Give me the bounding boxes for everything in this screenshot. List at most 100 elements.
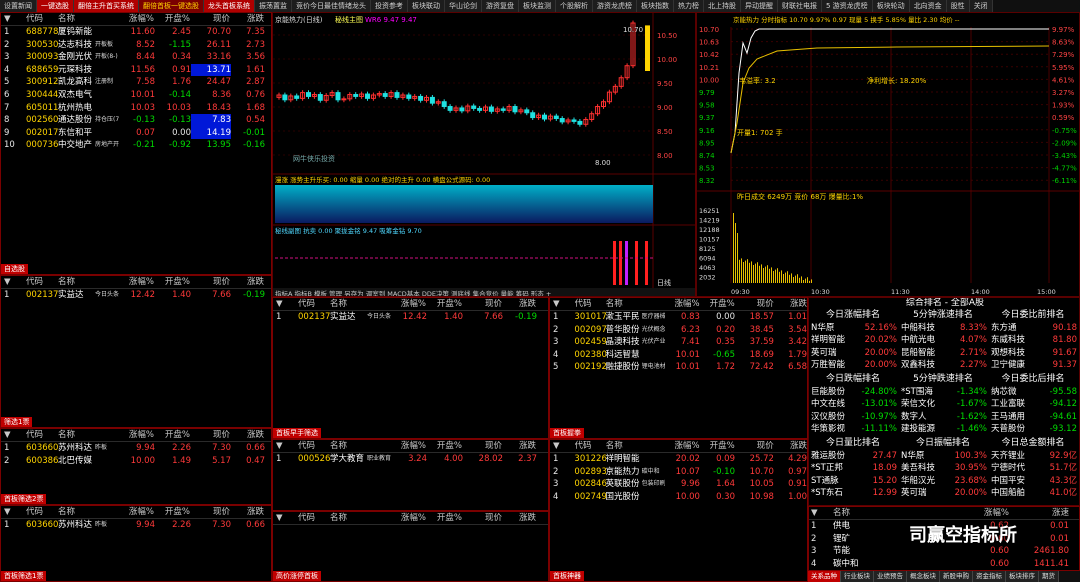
table-row[interactable]: 6 300444 双杰电气 10.01 -0.14 8.36 0.76 [1, 89, 271, 102]
table-row[interactable]: 1 603660 苏州科达 昨板 9.94 2.26 7.30 0.66 [1, 442, 271, 455]
col-header[interactable]: 现价 [462, 298, 502, 310]
top-tab[interactable]: 游资龙虎榜 [593, 0, 637, 12]
table-row[interactable]: 5 300912 凯龙高科 注册制 7.58 1.76 24.47 2.87 [1, 76, 271, 89]
top-tab[interactable]: 翻倍首板一键选股 [139, 0, 204, 12]
col-header[interactable]: 涨幅% [118, 429, 154, 441]
intraday-chart[interactable]: 京能热力 分时指标 10.70 9.97% 0.97 现量 5 换手 5.85%… [697, 13, 1080, 297]
col-header[interactable]: 名称 [58, 429, 118, 441]
bottom-tab[interactable]: 新股申购 [940, 571, 973, 582]
top-tab[interactable]: 板块监测 [519, 0, 556, 12]
bottom-tab[interactable]: 资金指标 [973, 571, 1006, 582]
rank-row[interactable]: 雅运股份 27.47 [811, 450, 897, 462]
mid-panel-2-title[interactable]: 首板早手筛选 [273, 428, 321, 438]
rank-row[interactable]: *ST东石 12.99 [811, 487, 897, 499]
rank-row[interactable]: 东方通 90.18 [991, 322, 1077, 334]
rank-row[interactable]: 荣信文化 -1.67% [901, 398, 987, 410]
bottom-tab[interactable]: 概念板块 [907, 571, 940, 582]
rank-row[interactable]: 宁德时代 51.7亿 [991, 462, 1077, 474]
rank-row[interactable]: 祥明智能 20.02% [811, 334, 897, 346]
table-row[interactable]: 8 002560 通达股份 持仓压(7) -0.13 -0.13 7.83 0.54 [1, 114, 271, 127]
sort-icon[interactable]: ▼ [273, 440, 298, 452]
bottom-tab[interactable]: 业绩预告 [874, 571, 907, 582]
left-panel-4-title[interactable]: 首板筛选1票 [1, 571, 47, 581]
table-row[interactable]: 4 688659 元琛科技 11.56 0.91 13.71 1.61 [1, 63, 271, 77]
col-header[interactable]: 现价 [462, 512, 502, 524]
rank-row[interactable]: 华策影视 -11.11% [811, 423, 897, 435]
col-header[interactable]: 开盘% [700, 440, 735, 452]
kline-chart[interactable]: 京能热力(日线) 秘线主图 WR6 9.47 9.47 10.50 10.00 9.… [273, 13, 696, 297]
col-header[interactable]: 涨幅% [390, 512, 426, 524]
top-tab[interactable]: 板块联动 [408, 0, 445, 12]
col-header[interactable]: 涨幅% [390, 440, 426, 452]
rank-row[interactable]: 汉仪股份 -10.97% [811, 411, 897, 423]
rank-row[interactable]: 中航光电 4.07% [901, 334, 987, 346]
rank-row[interactable]: N华原 100.3% [901, 450, 987, 462]
col-header[interactable]: 涨跌 [502, 512, 536, 524]
rank-block-title[interactable]: 今日量比排名 [809, 438, 897, 449]
top-tab[interactable]: 华山论剑 [445, 0, 482, 12]
sort-icon[interactable]: ▼ [1, 506, 26, 518]
col-header[interactable]: 涨幅% [664, 440, 699, 452]
col-header[interactable]: 涨跌 [774, 440, 807, 452]
col-header[interactable]: 现价 [190, 429, 230, 441]
rank-row[interactable]: 美吾科技 30.95% [901, 462, 987, 474]
col-header[interactable]: 涨幅% [390, 298, 426, 310]
rank-block-title[interactable]: 今日委比后排名 [989, 374, 1077, 385]
top-tab[interactable]: 股性 [946, 0, 970, 12]
rank-row[interactable]: 中国船舶 41.0亿 [991, 487, 1077, 499]
sort-icon[interactable]: ▼ [273, 298, 298, 310]
col-header[interactable]: 开盘% [154, 429, 190, 441]
col-header[interactable]: 代码 [26, 429, 58, 441]
col-header[interactable]: 代码 [575, 440, 606, 452]
top-tab[interactable]: 一键选股 [37, 0, 74, 12]
top-tab[interactable]: 财联社电报 [778, 0, 822, 12]
table-row[interactable]: 1 002137 实益达 今日头条 12.42 1.40 7.66 -0.19 [273, 311, 548, 324]
col-header[interactable]: 涨幅% [664, 298, 699, 310]
rank-row[interactable]: 英可瑞 20.00% [901, 487, 987, 499]
top-tab[interactable]: 龙头首板系统 [204, 0, 255, 12]
top-tab[interactable]: 投资参考 [371, 0, 408, 12]
rank-row[interactable]: 昆船智能 2.71% [901, 347, 987, 359]
col-header[interactable]: 代码 [298, 512, 330, 524]
table-row[interactable]: 1 002137 实益达 今日头条 12.42 1.40 7.66 -0.19 [1, 289, 271, 302]
rank-row[interactable]: 双鑫科技 2.27% [901, 359, 987, 371]
col-header[interactable]: 涨跌 [502, 440, 536, 452]
table-row[interactable]: 5 002192融捷股份锂电池材料 10.01 1.72 72.42 6.58 [550, 361, 807, 374]
col-header[interactable]: 开盘% [426, 440, 462, 452]
col-header[interactable]: 现价 [462, 440, 502, 452]
col-header[interactable]: 开盘% [154, 276, 190, 288]
rank-row[interactable]: N华原 52.16% [811, 322, 897, 334]
bottom-tab[interactable]: 期货 [1039, 571, 1059, 582]
table-row[interactable]: 10 000736中交地产房地产开发 -0.21 -0.92 13.95 -0.16 [1, 139, 271, 152]
table-row[interactable]: 9 002017 东信和平 0.07 0.00 14.19 -0.01 [1, 126, 271, 140]
rank-row[interactable]: 万胜智能 20.00% [811, 359, 897, 371]
rank-row[interactable]: 天齐锂业 92.9亿 [991, 450, 1077, 462]
col-header[interactable]: 代码 [26, 506, 58, 518]
col-header[interactable]: 涨幅% [118, 506, 154, 518]
col-header[interactable]: 代码 [298, 440, 330, 452]
col-header[interactable]: 涨跌 [230, 506, 264, 518]
top-tab[interactable]: 北上持股 [704, 0, 741, 12]
col-header[interactable]: 代码 [575, 298, 606, 310]
table-row[interactable]: 3 节能 0.60 2461.80 [809, 545, 1079, 558]
top-tab[interactable]: 游资复盘 [482, 0, 519, 12]
rank-row[interactable]: 中船科技 8.33% [901, 322, 987, 334]
table-row[interactable]: 7 605011 杭州热电 10.03 10.03 18.43 1.68 [1, 102, 271, 115]
table-row[interactable]: 2 300530 达志科技 开板板 8.52 -1.15 26.11 2.73 [1, 39, 271, 52]
col-header[interactable]: 涨跌 [502, 298, 536, 310]
rank-block-title[interactable]: 今日涨幅排名 [809, 310, 897, 321]
rank-block-title[interactable]: 今日总金额排名 [989, 438, 1077, 449]
col-header[interactable]: 名称 [606, 440, 665, 452]
rank-block-title[interactable]: 今日委比前排名 [989, 310, 1077, 321]
col-header[interactable]: 名称 [58, 276, 118, 288]
rank-row[interactable]: *ST正邦 18.09 [811, 462, 897, 474]
table-row[interactable]: 4 碳中和 0.60 1411.41 [809, 558, 1079, 570]
col-header[interactable]: 代码 [26, 276, 58, 288]
rank-row[interactable]: 华船汉光 23.68% [901, 475, 987, 487]
top-tab[interactable]: 板块轮动 [872, 0, 910, 12]
left-panel-2-title[interactable]: 筛选1票 [1, 417, 33, 427]
bottom-tab[interactable]: 行业板块 [841, 571, 874, 582]
col-header[interactable]: 名称 [330, 298, 390, 310]
table-row[interactable]: 3 002846 英联股份 包装印刷 9.96 1.64 10.05 0.91 [550, 478, 807, 491]
rank-row[interactable]: 工业富联 -94.12 [991, 398, 1077, 410]
